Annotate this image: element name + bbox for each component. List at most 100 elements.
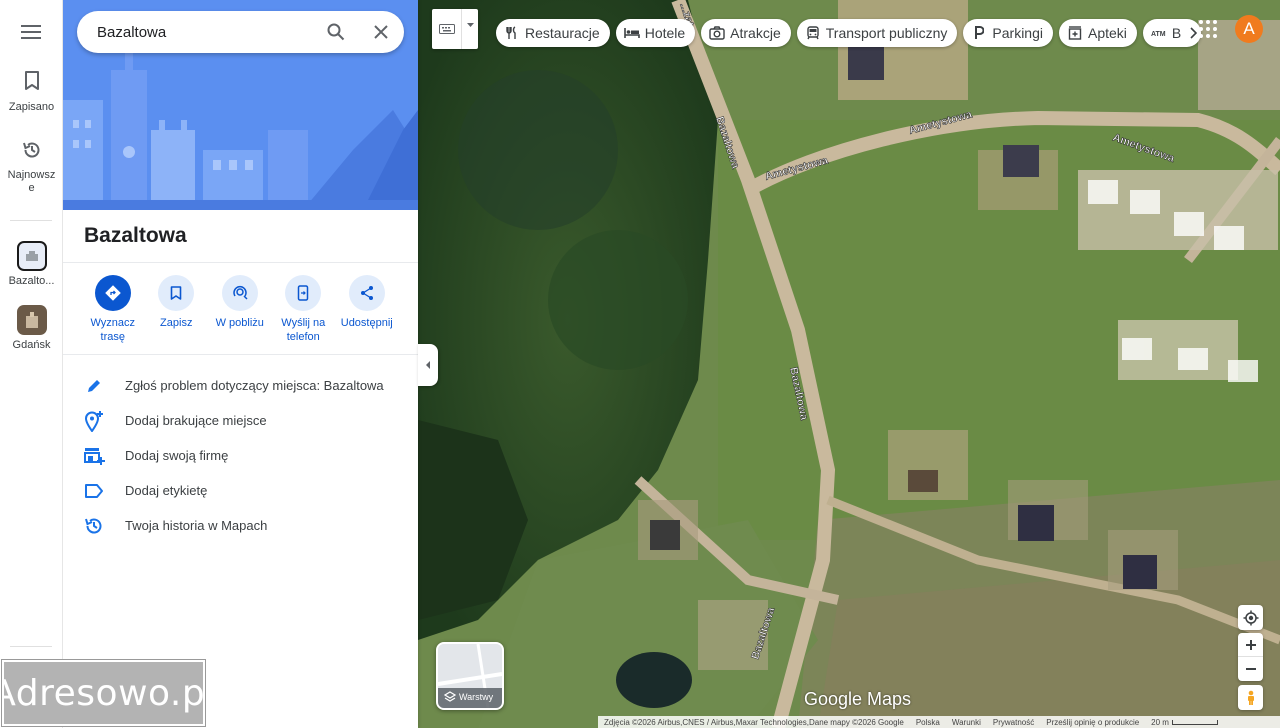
directions-circle [94,275,131,311]
menu-button[interactable] [16,18,46,46]
rail-recent-label-line1: Najnowsz [7,169,56,181]
nearby-circle [221,275,258,311]
rail-recent-place-label: Bazalto... [8,275,55,287]
privacy-link[interactable]: Prywatność [987,718,1040,727]
chip-attractions[interactable]: Atrakcje [701,19,791,47]
chip-hotels[interactable]: Hotele [615,19,696,47]
directions-icon [104,285,121,301]
watermark: Adresowo.pl [0,659,215,727]
hotel-icon [623,25,640,41]
input-tools-button[interactable] [432,9,478,49]
add-location-icon [83,410,105,432]
search-button[interactable] [324,20,348,44]
country-link[interactable]: Polska [910,718,946,727]
collapse-panel-button[interactable] [418,344,438,386]
chip-label: B [1171,25,1182,41]
restaurant-icon [504,25,520,41]
chip-pharmacies[interactable]: Apteki [1059,19,1137,47]
bookmark-icon [170,286,182,300]
transit-icon [805,25,821,41]
nearby-icon [233,286,248,300]
zoom-controls [1238,633,1263,681]
search-input[interactable] [97,23,307,41]
input-tools-dropdown[interactable] [462,9,478,49]
atm-icon: ATM [1151,25,1167,41]
share-circle [348,275,385,311]
rail-divider [10,220,52,221]
rail-recent[interactable]: Najnowsz e [0,140,63,195]
list-item-label: Dodaj etykietę [125,483,208,498]
chip-public-transport[interactable]: Transport publiczny [796,19,958,47]
chip-atm[interactable]: ATM B [1142,19,1202,47]
chip-restaurants[interactable]: Restauracje [496,19,610,47]
chip-label: Atrakcje [730,25,781,41]
chip-parking[interactable]: Parkingi [963,19,1053,47]
camera-icon [709,25,725,41]
share-button[interactable]: Udostępnij [335,274,399,344]
parking-icon [971,25,987,41]
divider [63,354,418,355]
send-to-phone-circle [285,275,322,311]
layers-icon [444,691,456,702]
chevron-down-icon [466,23,474,27]
layers-button[interactable]: Warstwy [436,642,504,710]
place-options-list: Zgłoś problem dotyczący miejsca: Bazalto… [63,368,418,543]
map-canvas[interactable]: Bazaltowa Bazaltowa Bazaltowa Ametystowa… [418,0,1280,728]
account-avatar[interactable]: A [1235,15,1263,43]
search-box [77,11,404,53]
history-icon [22,142,39,158]
list-item-label: Dodaj brakujące miejsce [125,413,267,428]
action-label-line2: telefon [286,331,320,343]
zoom-in-button[interactable] [1238,633,1263,657]
scale-bar[interactable]: 20 m [1145,718,1224,727]
action-label-line2: trasę [100,331,125,343]
list-item-add-missing-place[interactable]: Dodaj brakujące miejsce [63,403,418,438]
layers-label-row: Warstwy [444,691,493,703]
label-icon [83,480,105,502]
keyboard-toggle[interactable] [432,9,462,49]
left-rail: Zapisano Najnowsz e Bazalto... Gdańsk [0,0,63,728]
pharmacy-icon [1067,25,1083,41]
imagery-credits: Zdjęcia ©2026 Airbus,CNES / Airbus,Maxar… [604,717,904,727]
rail-divider [10,646,52,647]
place-panel: Bazaltowa Wyznacz trasę Zapisz [63,0,418,728]
nearby-button[interactable]: W pobliżu [208,274,272,344]
rail-recent-place-bazaltowa[interactable]: Bazalto... [0,241,63,288]
rail-recent-place-gdansk[interactable]: Gdańsk [0,305,63,352]
street-view-pegman[interactable] [1238,685,1263,710]
street-thumbnail-icon [25,251,38,261]
action-label: Zapisz [160,317,193,329]
search-icon [327,23,345,41]
action-label-line1: Wyznacz [90,317,136,329]
list-item-maps-history[interactable]: Twoja historia w Mapach [63,508,418,543]
send-to-phone-icon [298,285,309,301]
zoom-out-button[interactable] [1238,657,1263,681]
directions-button[interactable]: Wyznacz trasę [81,274,145,344]
close-icon [374,25,388,39]
chip-label: Parkingi [992,25,1043,41]
rail-saved-label: Zapisano [8,101,55,113]
save-button[interactable]: Zapisz [145,274,209,344]
keyboard-icon [438,24,455,34]
list-item-report-problem[interactable]: Zgłoś problem dotyczący miejsca: Bazalto… [63,368,418,403]
list-item-add-label[interactable]: Dodaj etykietę [63,473,418,508]
chip-label: Transport publiczny [825,25,948,41]
satellite-imagery: Bazaltowa Bazaltowa Bazaltowa Ametystowa… [418,0,1280,728]
my-location-button[interactable] [1238,605,1263,630]
scale-label: 20 m [1151,717,1169,727]
feedback-link[interactable]: Prześlij opinię o produkcie [1040,718,1145,727]
svg-text:ATM: ATM [1151,31,1166,37]
history-icon [83,515,105,537]
pegman-icon [1247,690,1254,705]
recent-place-thumbnail [16,305,47,335]
plus-icon [1245,639,1256,650]
list-item-add-business[interactable]: Dodaj swoją firmę [63,438,418,473]
action-label: Udostępnij [340,317,393,329]
terms-link[interactable]: Warunki [946,718,987,727]
action-label-line1: Wyślij na [281,317,326,329]
rail-saved[interactable]: Zapisano [0,70,63,114]
clear-search-button[interactable] [369,20,393,44]
scale-line [1171,719,1218,725]
send-to-phone-button[interactable]: Wyślij na telefon [272,274,336,344]
google-apps-button[interactable] [1196,17,1220,41]
